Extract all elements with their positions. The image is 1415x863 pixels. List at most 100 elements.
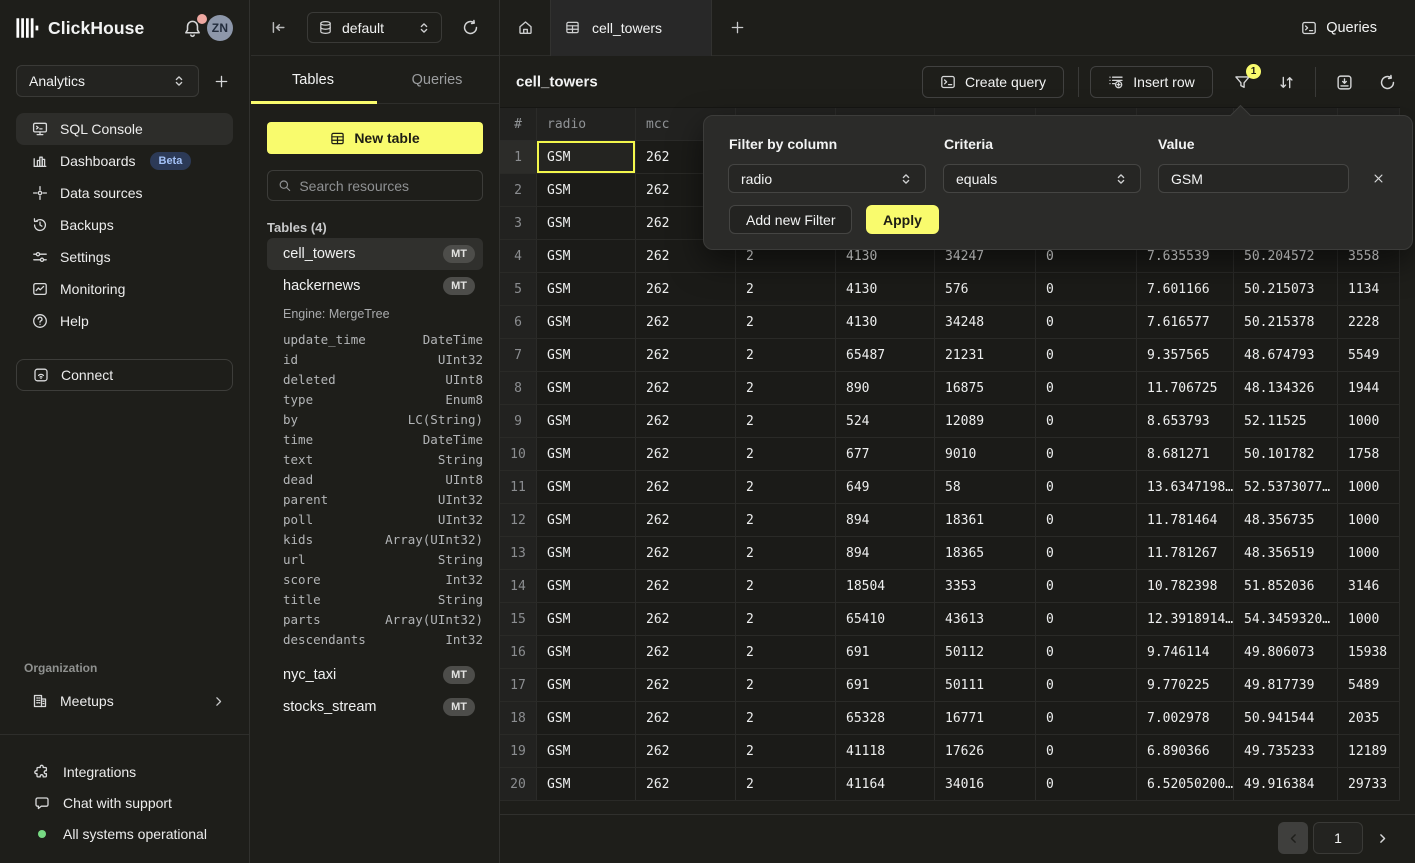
grid-cell[interactable]: 49.735233 bbox=[1234, 735, 1338, 767]
grid-cell[interactable]: 576 bbox=[935, 273, 1036, 305]
grid-cell[interactable]: 7.601166 bbox=[1137, 273, 1234, 305]
grid-cell[interactable]: 262 bbox=[636, 438, 736, 470]
grid-cell[interactable]: 5489 bbox=[1338, 669, 1400, 701]
grid-cell[interactable]: 18361 bbox=[935, 504, 1036, 536]
grid-cell[interactable]: 4130 bbox=[836, 306, 935, 338]
grid-cell[interactable]: 2 bbox=[736, 372, 836, 404]
grid-cell[interactable]: 2 bbox=[736, 306, 836, 338]
grid-cell[interactable]: 34248 bbox=[935, 306, 1036, 338]
criteria-select[interactable]: equals bbox=[943, 164, 1141, 193]
grid-cell[interactable]: 262 bbox=[636, 273, 736, 305]
grid-cell[interactable]: 29733 bbox=[1338, 768, 1400, 800]
notifications-button[interactable] bbox=[181, 16, 203, 40]
grid-cell[interactable]: 18504 bbox=[836, 570, 935, 602]
grid-cell[interactable]: 2 bbox=[736, 702, 836, 734]
grid-cell[interactable]: 2 bbox=[736, 636, 836, 668]
grid-cell[interactable]: 0 bbox=[1036, 273, 1137, 305]
grid-cell[interactable]: 16771 bbox=[935, 702, 1036, 734]
sidebar-item-sql-console[interactable]: SQL Console bbox=[16, 113, 233, 145]
grid-cell[interactable]: 50112 bbox=[935, 636, 1036, 668]
grid-cell[interactable]: 15938 bbox=[1338, 636, 1400, 668]
grid-cell[interactable]: 0 bbox=[1036, 735, 1137, 767]
grid-cell[interactable]: 2 bbox=[736, 438, 836, 470]
grid-cell[interactable]: 12089 bbox=[935, 405, 1036, 437]
filter-value-input[interactable] bbox=[1159, 171, 1348, 187]
grid-cell[interactable]: 54.3459320… bbox=[1234, 603, 1338, 635]
grid-cell[interactable]: GSM bbox=[537, 141, 636, 173]
grid-cell[interactable]: 0 bbox=[1036, 504, 1137, 536]
grid-cell[interactable]: 1000 bbox=[1338, 603, 1400, 635]
grid-cell[interactable]: GSM bbox=[537, 636, 636, 668]
grid-cell[interactable]: 11.706725 bbox=[1137, 372, 1234, 404]
grid-cell[interactable]: 6.52050200… bbox=[1137, 768, 1234, 800]
grid-cell[interactable]: 2 bbox=[736, 768, 836, 800]
grid-cell[interactable]: 2 bbox=[736, 537, 836, 569]
grid-cell[interactable]: 50.215073 bbox=[1234, 273, 1338, 305]
grid-cell[interactable]: 0 bbox=[1036, 669, 1137, 701]
grid-cell[interactable]: 50111 bbox=[935, 669, 1036, 701]
grid-cell[interactable]: 1758 bbox=[1338, 438, 1400, 470]
grid-cell[interactable]: 1134 bbox=[1338, 273, 1400, 305]
grid-cell[interactable]: GSM bbox=[537, 603, 636, 635]
grid-cell[interactable]: 8.653793 bbox=[1137, 405, 1234, 437]
new-table-button[interactable]: New table bbox=[267, 122, 483, 154]
grid-cell[interactable]: 0 bbox=[1036, 339, 1137, 371]
grid-cell[interactable]: 50.941544 bbox=[1234, 702, 1338, 734]
grid-cell[interactable]: 18365 bbox=[935, 537, 1036, 569]
insert-row-button[interactable]: Insert row bbox=[1090, 66, 1213, 98]
add-service-button[interactable] bbox=[209, 69, 233, 93]
next-page-button[interactable] bbox=[1364, 822, 1400, 854]
grid-cell[interactable]: GSM bbox=[537, 768, 636, 800]
grid-cell[interactable]: GSM bbox=[537, 339, 636, 371]
sidebar-item-backups[interactable]: Backups bbox=[16, 209, 233, 241]
create-query-button[interactable]: Create query bbox=[922, 66, 1064, 98]
sidebar-footer-item-all-systems-operational[interactable]: All systems operational bbox=[16, 818, 233, 849]
grid-cell[interactable]: 65410 bbox=[836, 603, 935, 635]
grid-cell[interactable]: 48.134326 bbox=[1234, 372, 1338, 404]
grid-cell[interactable]: 262 bbox=[636, 768, 736, 800]
grid-cell[interactable]: 9.357565 bbox=[1137, 339, 1234, 371]
grid-cell[interactable]: 43613 bbox=[935, 603, 1036, 635]
export-button[interactable] bbox=[1332, 70, 1356, 94]
grid-cell[interactable]: 262 bbox=[636, 669, 736, 701]
grid-cell[interactable]: 49.806073 bbox=[1234, 636, 1338, 668]
apply-filter-button[interactable]: Apply bbox=[866, 205, 939, 234]
grid-cell[interactable]: 51.852036 bbox=[1234, 570, 1338, 602]
previous-page-button[interactable] bbox=[1278, 822, 1308, 854]
grid-cell[interactable]: 48.356519 bbox=[1234, 537, 1338, 569]
grid-cell[interactable]: GSM bbox=[537, 372, 636, 404]
grid-cell[interactable]: 262 bbox=[636, 339, 736, 371]
table-item-hackernews[interactable]: hackernewsMT bbox=[267, 270, 483, 302]
grid-cell[interactable]: 11.781464 bbox=[1137, 504, 1234, 536]
grid-cell[interactable]: 9010 bbox=[935, 438, 1036, 470]
grid-cell[interactable]: 262 bbox=[636, 306, 736, 338]
grid-cell[interactable]: 262 bbox=[636, 636, 736, 668]
grid-cell[interactable]: 12.3918914… bbox=[1137, 603, 1234, 635]
grid-cell[interactable]: GSM bbox=[537, 405, 636, 437]
grid-cell[interactable]: 41118 bbox=[836, 735, 935, 767]
grid-cell[interactable]: 2 bbox=[736, 405, 836, 437]
grid-cell[interactable]: 1000 bbox=[1338, 405, 1400, 437]
grid-cell[interactable]: GSM bbox=[537, 537, 636, 569]
refresh-tables-button[interactable] bbox=[458, 16, 482, 40]
collapse-panel-button[interactable] bbox=[267, 17, 289, 39]
grid-cell[interactable]: 49.817739 bbox=[1234, 669, 1338, 701]
grid-cell[interactable]: 3353 bbox=[935, 570, 1036, 602]
grid-cell[interactable]: 21231 bbox=[935, 339, 1036, 371]
grid-cell[interactable]: 9.746114 bbox=[1137, 636, 1234, 668]
grid-cell[interactable]: GSM bbox=[537, 471, 636, 503]
grid-cell[interactable]: 52.11525 bbox=[1234, 405, 1338, 437]
filter-button[interactable]: 1 bbox=[1230, 70, 1254, 94]
grid-cell[interactable]: 2 bbox=[736, 735, 836, 767]
grid-cell[interactable]: 524 bbox=[836, 405, 935, 437]
grid-cell[interactable]: 262 bbox=[636, 504, 736, 536]
grid-cell[interactable]: 10.782398 bbox=[1137, 570, 1234, 602]
sidebar-item-settings[interactable]: Settings bbox=[16, 241, 233, 273]
grid-cell[interactable]: 7.616577 bbox=[1137, 306, 1234, 338]
tab-queries[interactable]: Queries bbox=[375, 56, 499, 103]
grid-cell[interactable]: GSM bbox=[537, 207, 636, 239]
grid-cell[interactable]: 894 bbox=[836, 537, 935, 569]
grid-cell[interactable]: 262 bbox=[636, 702, 736, 734]
grid-cell[interactable]: 17626 bbox=[935, 735, 1036, 767]
grid-cell[interactable]: 2 bbox=[736, 570, 836, 602]
